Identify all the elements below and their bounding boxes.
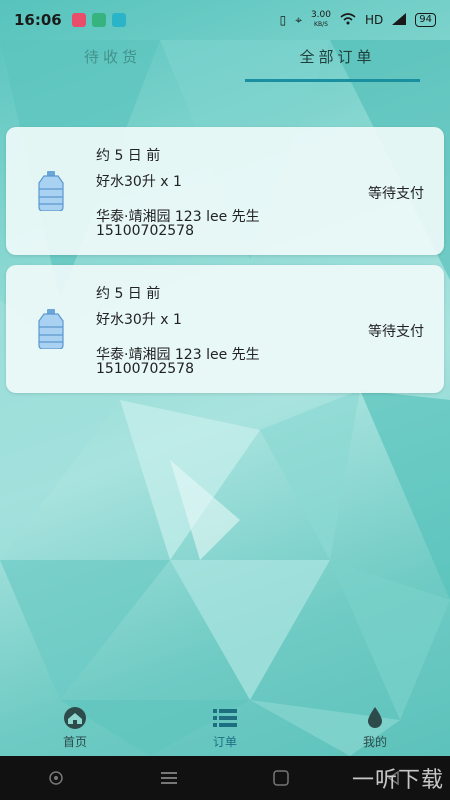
circle-dot-icon [49,771,63,785]
menu-lines-icon [160,772,177,784]
water-bottle-icon [38,171,64,211]
order-product: 好水30升 x 1 [96,312,182,328]
water-bottle-icon [38,309,64,349]
order-phone: 15100702578 [96,361,194,377]
nav-home-label: 首页 [62,734,87,749]
battery-indicator: 94 [415,13,436,27]
order-tabs: 待收货 全部订单 [0,40,450,84]
status-time: 16:06 [14,11,62,29]
list-icon [213,707,237,729]
nav-mine[interactable]: 我的 [300,700,450,756]
status-bar: 16:06 ▯ ⌖ 3.00 KB/S HD 94 [0,0,450,40]
square-icon [273,770,289,786]
vibrate-icon: ▯ [279,13,287,27]
wifi-icon [340,12,356,28]
signal-icon [392,12,407,28]
order-time: 约 5 日 前 [96,148,161,164]
location-icon: ⌖ [295,12,302,27]
order-card[interactable]: 约 5 日 前 好水30升 x 1 华泰·靖湘园 123 lee 先生 1510… [6,127,444,255]
order-status: 等待支付 [368,186,424,202]
system-recents-button[interactable] [113,771,226,785]
active-tab-indicator [245,79,420,82]
home-icon [62,706,88,729]
watermark-text: 一听下载 [351,768,444,793]
order-card[interactable]: 约 5 日 前 好水30升 x 1 华泰·靖湘园 123 lee 先生 1510… [6,265,444,393]
notification-app-icon [91,13,106,27]
network-speed: 3.00 KB/S [310,10,331,29]
nav-orders[interactable]: 订单 [150,700,300,756]
tab-pending-receipt[interactable]: 待收货 [0,40,225,84]
system-menu-button[interactable] [0,770,113,786]
water-drop-icon [366,706,384,729]
nav-orders-label: 订单 [212,734,237,749]
order-status: 等待支付 [368,324,424,340]
nav-mine-label: 我的 [362,734,387,749]
nav-home[interactable]: 首页 [0,700,150,756]
bottom-navigation: 首页 订单 我的 [0,700,450,756]
network-type: HD [365,13,384,27]
order-phone: 15100702578 [96,223,194,239]
order-time: 约 5 日 前 [96,286,161,302]
order-product: 好水30升 x 1 [96,174,182,190]
status-indicators: ▯ ⌖ 3.00 KB/S HD 94 [280,11,436,29]
tab-all-orders[interactable]: 全部订单 [225,40,450,84]
notification-app-icon [71,13,86,27]
notification-app-icon [111,13,126,27]
